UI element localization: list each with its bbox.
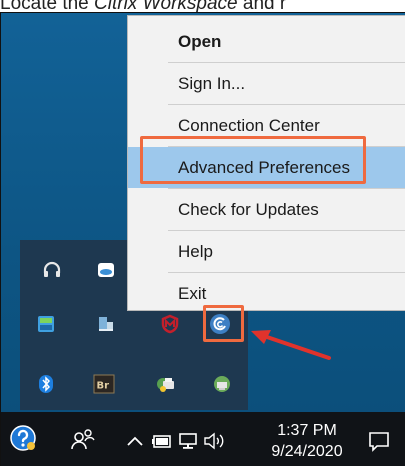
adobe-bridge-icon[interactable]: Br [92, 372, 116, 396]
svg-text:Br: Br [97, 381, 110, 392]
citrix-workspace-icon[interactable] [208, 312, 232, 336]
taskbar-clock[interactable]: 1:37 PM 9/24/2020 [268, 420, 346, 464]
help-icon[interactable] [8, 423, 38, 453]
network-icon[interactable] [210, 372, 234, 396]
battery-icon[interactable] [150, 430, 174, 452]
menu-item-check-for-updates[interactable]: Check for Updates [128, 189, 405, 230]
menu-item-open[interactable]: Open [128, 21, 405, 62]
people-icon[interactable] [68, 425, 98, 453]
menu-item-sign-in[interactable]: Sign In... [128, 63, 405, 104]
clock-time: 1:37 PM [277, 422, 337, 439]
notification-icon[interactable] [366, 428, 392, 454]
menu-item-help[interactable]: Help [128, 231, 405, 272]
printer-icon[interactable] [154, 372, 178, 396]
bluetooth-icon[interactable] [34, 372, 58, 396]
menu-item-connection-center[interactable]: Connection Center [128, 105, 405, 146]
citrix-context-menu: Open Sign In... Connection Center Advanc… [127, 15, 405, 311]
chevron-up-icon[interactable] [124, 430, 146, 452]
storage-icon[interactable] [94, 312, 118, 336]
volume-icon[interactable] [202, 430, 228, 452]
clock-date: 9/24/2020 [271, 443, 343, 460]
menu-item-exit[interactable]: Exit [128, 273, 405, 314]
headset-icon[interactable] [40, 258, 64, 282]
system-monitor-icon[interactable] [34, 312, 58, 336]
cloud-icon[interactable] [94, 258, 118, 282]
network-status-icon[interactable] [176, 430, 200, 452]
mcafee-icon[interactable] [158, 312, 182, 336]
menu-item-advanced-preferences[interactable]: Advanced Preferences [128, 147, 405, 188]
pointer-arrow-icon [251, 330, 331, 360]
